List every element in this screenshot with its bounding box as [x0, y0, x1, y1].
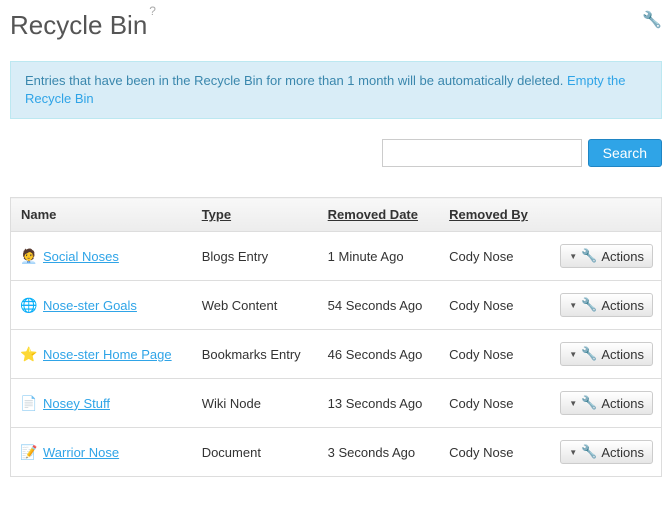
- col-name: Name: [11, 198, 192, 232]
- search-input[interactable]: [382, 139, 582, 167]
- cell-removed_date: 3 Seconds Ago: [318, 428, 439, 477]
- col-type[interactable]: Type: [192, 198, 318, 232]
- table-row: 📄 Nosey Stuff Wiki Node13 Seconds AgoCody …: [11, 379, 662, 428]
- cell-removed_date: 13 Seconds Ago: [318, 379, 439, 428]
- actions-label: Actions: [601, 249, 644, 264]
- col-removed-by[interactable]: Removed By: [439, 198, 544, 232]
- info-alert: Entries that have been in the Recycle Bi…: [10, 61, 662, 119]
- recycle-bin-table: Name Type Removed Date Removed By 🧑‍💼 Soc…: [10, 197, 662, 477]
- dropdown-caret-icon: ▼: [569, 350, 577, 359]
- help-icon[interactable]: ?: [149, 4, 156, 18]
- actions-button[interactable]: ▼ 🔧 Actions: [560, 293, 653, 317]
- actions-button[interactable]: ▼ 🔧 Actions: [560, 391, 653, 415]
- table-row: ⭐ Nose-ster Home Page Bookmarks Entry46 Se…: [11, 330, 662, 379]
- wrench-icon: 🔧: [581, 346, 597, 362]
- wrench-icon: 🔧: [581, 297, 597, 313]
- cell-removed_date: 46 Seconds Ago: [318, 330, 439, 379]
- search-button[interactable]: Search: [588, 139, 662, 167]
- cell-removed_by: Cody Nose: [439, 428, 544, 477]
- cell-type: Document: [192, 428, 318, 477]
- col-removed-date[interactable]: Removed Date: [318, 198, 439, 232]
- entry-name-link[interactable]: Warrior Nose: [43, 445, 119, 460]
- actions-button[interactable]: ▼ 🔧 Actions: [560, 342, 653, 366]
- actions-button[interactable]: ▼ 🔧 Actions: [560, 440, 653, 464]
- bookmarks-entry-icon: ⭐: [21, 346, 37, 362]
- entry-name-link[interactable]: Nose-ster Goals: [43, 298, 137, 313]
- web-content-icon: 🌐: [21, 297, 37, 313]
- gear-icon[interactable]: 🔧: [642, 10, 662, 30]
- wrench-icon: 🔧: [581, 395, 597, 411]
- actions-button[interactable]: ▼ 🔧 Actions: [560, 244, 653, 268]
- cell-type: Wiki Node: [192, 379, 318, 428]
- actions-label: Actions: [601, 298, 644, 313]
- blogs-entry-icon: 🧑‍💼: [21, 248, 37, 264]
- entry-name-link[interactable]: Nose-ster Home Page: [43, 347, 172, 362]
- dropdown-caret-icon: ▼: [569, 399, 577, 408]
- cell-type: Bookmarks Entry: [192, 330, 318, 379]
- page-title-text: Recycle Bin: [10, 10, 147, 41]
- dropdown-caret-icon: ▼: [569, 301, 577, 310]
- entry-name-link[interactable]: Nosey Stuff: [43, 396, 110, 411]
- col-actions: [544, 198, 662, 232]
- actions-label: Actions: [601, 396, 644, 411]
- wiki-node-icon: 📄: [21, 395, 37, 411]
- alert-text: Entries that have been in the Recycle Bi…: [25, 73, 567, 88]
- document-icon: 📝: [21, 444, 37, 460]
- search-bar: Search: [10, 139, 662, 167]
- dropdown-caret-icon: ▼: [569, 448, 577, 457]
- cell-removed_date: 1 Minute Ago: [318, 232, 439, 281]
- wrench-icon: 🔧: [581, 444, 597, 460]
- cell-type: Web Content: [192, 281, 318, 330]
- cell-removed_by: Cody Nose: [439, 330, 544, 379]
- cell-removed_by: Cody Nose: [439, 232, 544, 281]
- dropdown-caret-icon: ▼: [569, 252, 577, 261]
- wrench-icon: 🔧: [581, 248, 597, 264]
- table-row: 🌐 Nose-ster Goals Web Content54 Seconds Ag…: [11, 281, 662, 330]
- cell-removed_by: Cody Nose: [439, 281, 544, 330]
- entry-name-link[interactable]: Social Noses: [43, 249, 119, 264]
- cell-removed_by: Cody Nose: [439, 379, 544, 428]
- table-row: 🧑‍💼 Social Noses Blogs Entry1 Minute AgoCo…: [11, 232, 662, 281]
- page-title: Recycle Bin ?: [10, 10, 156, 41]
- cell-removed_date: 54 Seconds Ago: [318, 281, 439, 330]
- table-row: 📝 Warrior Nose Document3 Seconds AgoCody N…: [11, 428, 662, 477]
- cell-type: Blogs Entry: [192, 232, 318, 281]
- actions-label: Actions: [601, 445, 644, 460]
- actions-label: Actions: [601, 347, 644, 362]
